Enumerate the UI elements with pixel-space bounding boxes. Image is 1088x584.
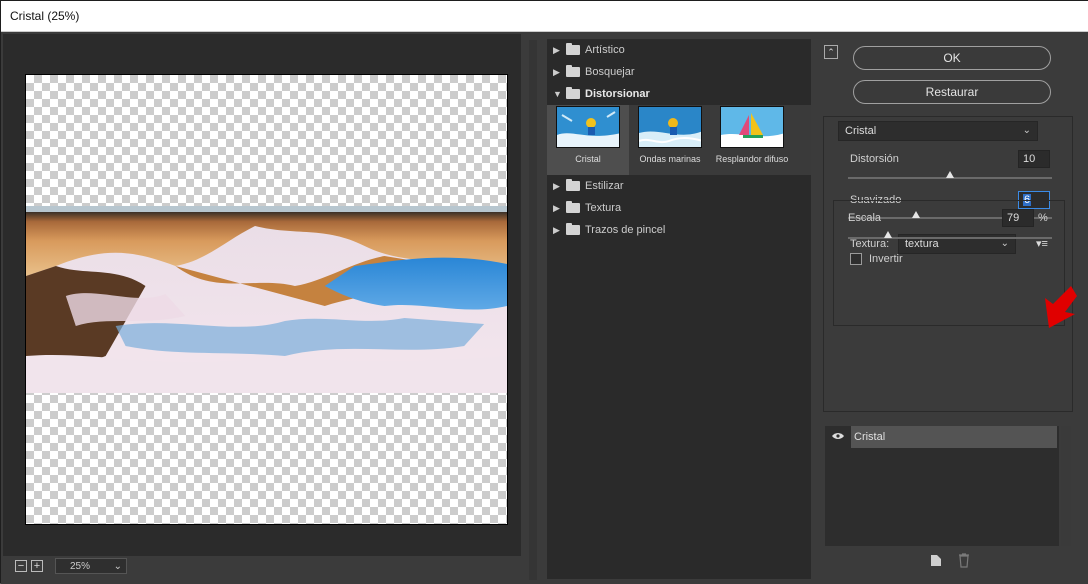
folder-icon: [566, 65, 580, 77]
preview-image: [26, 206, 507, 393]
zoom-value: 25%: [70, 560, 91, 572]
category-label: Trazos de pincel: [585, 224, 666, 236]
category-bosquejar[interactable]: ▶ Bosquejar: [547, 61, 811, 83]
folder-icon: [566, 43, 580, 55]
scale-unit: %: [1038, 212, 1048, 224]
collapse-arrow-icon: ▼: [553, 89, 562, 99]
applied-filter-name: Cristal: [851, 426, 1057, 448]
filter-label: Ondas marinas: [639, 154, 701, 164]
expand-arrow-icon: ▶: [553, 66, 560, 77]
applied-filter-row[interactable]: Cristal: [825, 426, 1059, 448]
eye-icon[interactable]: [832, 432, 844, 440]
zoom-out-button[interactable]: −: [15, 560, 27, 572]
filter-list-scrollbar[interactable]: [529, 40, 537, 580]
collapse-gallery-icon[interactable]: ⌃: [824, 45, 838, 59]
category-artistico[interactable]: ▶ Artístico: [547, 39, 811, 61]
ok-button[interactable]: OK: [853, 46, 1051, 70]
distortion-value: 10: [1023, 153, 1036, 165]
zoom-select[interactable]: 25% ⌄: [55, 558, 127, 574]
invert-label: Invertir: [869, 253, 903, 265]
category-textura[interactable]: ▶ Textura: [547, 197, 811, 219]
expand-arrow-icon: ▶: [553, 44, 560, 55]
filter-thumbnails: Cristal Ondas marinas Resplandor difuso: [547, 105, 811, 175]
category-label: Textura: [585, 202, 622, 214]
applied-filters-scrollbar[interactable]: [1061, 426, 1071, 546]
window-title: Cristal (25%): [1, 1, 1088, 32]
category-label: Estilizar: [585, 180, 624, 192]
preview-canvas[interactable]: [25, 74, 508, 525]
invert-checkbox[interactable]: [850, 253, 862, 265]
filter-thumb-resplandor-difuso[interactable]: Resplandor difuso: [711, 105, 793, 175]
category-estilizar[interactable]: ▶ Estilizar: [547, 175, 811, 197]
trash-icon[interactable]: [957, 552, 971, 568]
settings-pane: ⌃ OK Restaurar Cristal ⌄ Distorsión 10 S…: [821, 34, 1088, 584]
chevron-down-icon: ⌄: [113, 560, 122, 572]
filter-select-value: Cristal: [845, 125, 877, 137]
chevron-down-icon: ⌄: [1022, 125, 1031, 136]
applied-filters-list: Cristal: [825, 426, 1059, 546]
filter-list: ▶ Artístico ▶ Bosquejar ▼ Distorsionar C…: [547, 39, 811, 579]
folder-icon: [566, 223, 580, 235]
filter-preview-image: [638, 106, 702, 148]
scale-options-panel: Escala 79 % Invertir: [833, 200, 1065, 326]
category-label: Artístico: [585, 44, 625, 56]
filter-gallery-dialog: Cristal (25%) − + 25% ⌄ ▶ Artístico ▶ Bo…: [0, 0, 1088, 584]
folder-icon: [566, 201, 580, 213]
filter-preview-image: [720, 106, 784, 148]
category-trazos-de-pincel[interactable]: ▶ Trazos de pincel: [547, 219, 811, 241]
distortion-input[interactable]: 10: [1018, 150, 1050, 168]
scale-value: 79: [1007, 212, 1020, 224]
expand-arrow-icon: ▶: [553, 224, 560, 235]
preview-pane: [3, 34, 521, 556]
filter-label: Cristal: [575, 154, 601, 164]
category-label: Bosquejar: [585, 66, 635, 78]
zoom-controls: − + 25% ⌄: [15, 558, 127, 574]
scale-input[interactable]: 79: [1002, 209, 1034, 227]
expand-arrow-icon: ▶: [553, 180, 560, 191]
new-effect-layer-icon[interactable]: [929, 552, 943, 568]
expand-arrow-icon: ▶: [553, 202, 560, 213]
folder-icon: [566, 179, 580, 191]
zoom-in-button[interactable]: +: [31, 560, 43, 572]
reset-button[interactable]: Restaurar: [853, 80, 1051, 104]
filter-select[interactable]: Cristal ⌄: [838, 121, 1038, 141]
filter-thumb-cristal[interactable]: Cristal: [547, 105, 629, 175]
folder-icon: [566, 87, 580, 99]
applied-filters-toolbar: [929, 552, 971, 568]
filter-thumb-ondas-marinas[interactable]: Ondas marinas: [629, 105, 711, 175]
red-arrow-annotation: [1045, 286, 1077, 328]
category-label: Distorsionar: [585, 88, 650, 100]
distortion-label: Distorsión: [850, 153, 899, 165]
dialog-body: − + 25% ⌄ ▶ Artístico ▶ Bosquejar ▼ Dist…: [1, 32, 1088, 584]
filter-preview-image: [556, 106, 620, 148]
distortion-slider-handle[interactable]: [946, 171, 954, 178]
category-distorsionar[interactable]: ▼ Distorsionar: [547, 83, 811, 105]
scale-label: Escala: [848, 212, 882, 224]
filter-label: Resplandor difuso: [715, 154, 789, 164]
scale-slider-track[interactable]: [848, 237, 1052, 239]
scale-slider-handle[interactable]: [884, 231, 892, 238]
